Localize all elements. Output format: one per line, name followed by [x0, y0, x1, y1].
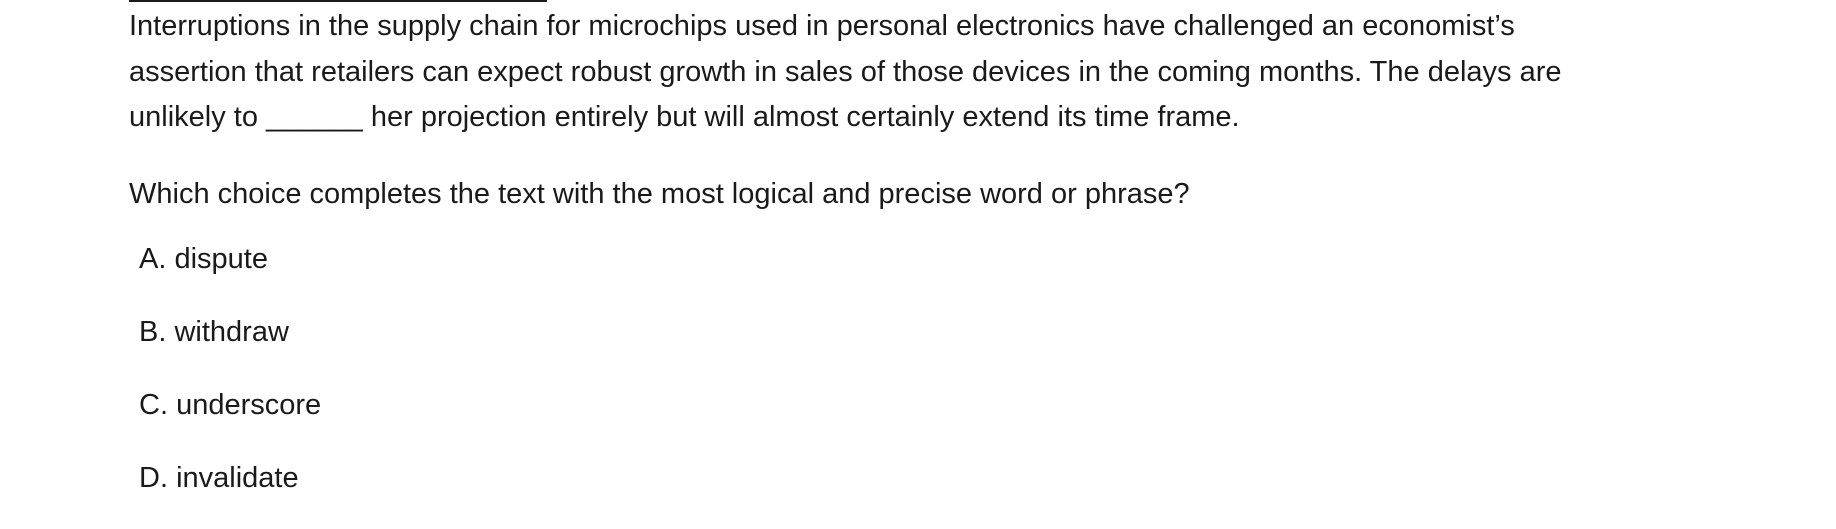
- choice-b-text: withdraw: [174, 316, 289, 348]
- choice-a-text: dispute: [174, 243, 268, 275]
- passage-text: Interruptions in the supply chain for mi…: [129, 4, 1809, 141]
- top-divider: [129, 0, 547, 2]
- choice-d-letter: D.: [139, 462, 168, 494]
- choice-c[interactable]: C. underscore: [139, 383, 321, 456]
- passage-line-2: assertion that retailers can expect robu…: [129, 55, 1562, 88]
- question-prompt: Which choice completes the text with the…: [129, 178, 1190, 210]
- passage-line-1: Interruptions in the supply chain for mi…: [129, 10, 1515, 42]
- choice-d-text: invalidate: [176, 462, 299, 494]
- answer-choices: A. dispute B. withdraw C. underscore D. …: [139, 237, 321, 529]
- choice-b-letter: B.: [139, 316, 167, 348]
- choice-c-letter: C.: [139, 389, 168, 421]
- choice-d[interactable]: D. invalidate: [139, 456, 321, 529]
- choice-c-text: underscore: [176, 389, 322, 421]
- choice-a-letter: A.: [139, 243, 167, 275]
- passage-line-3: unlikely to ______ her projection entire…: [129, 101, 1240, 133]
- choice-b[interactable]: B. withdraw: [139, 310, 321, 383]
- choice-a[interactable]: A. dispute: [139, 237, 321, 310]
